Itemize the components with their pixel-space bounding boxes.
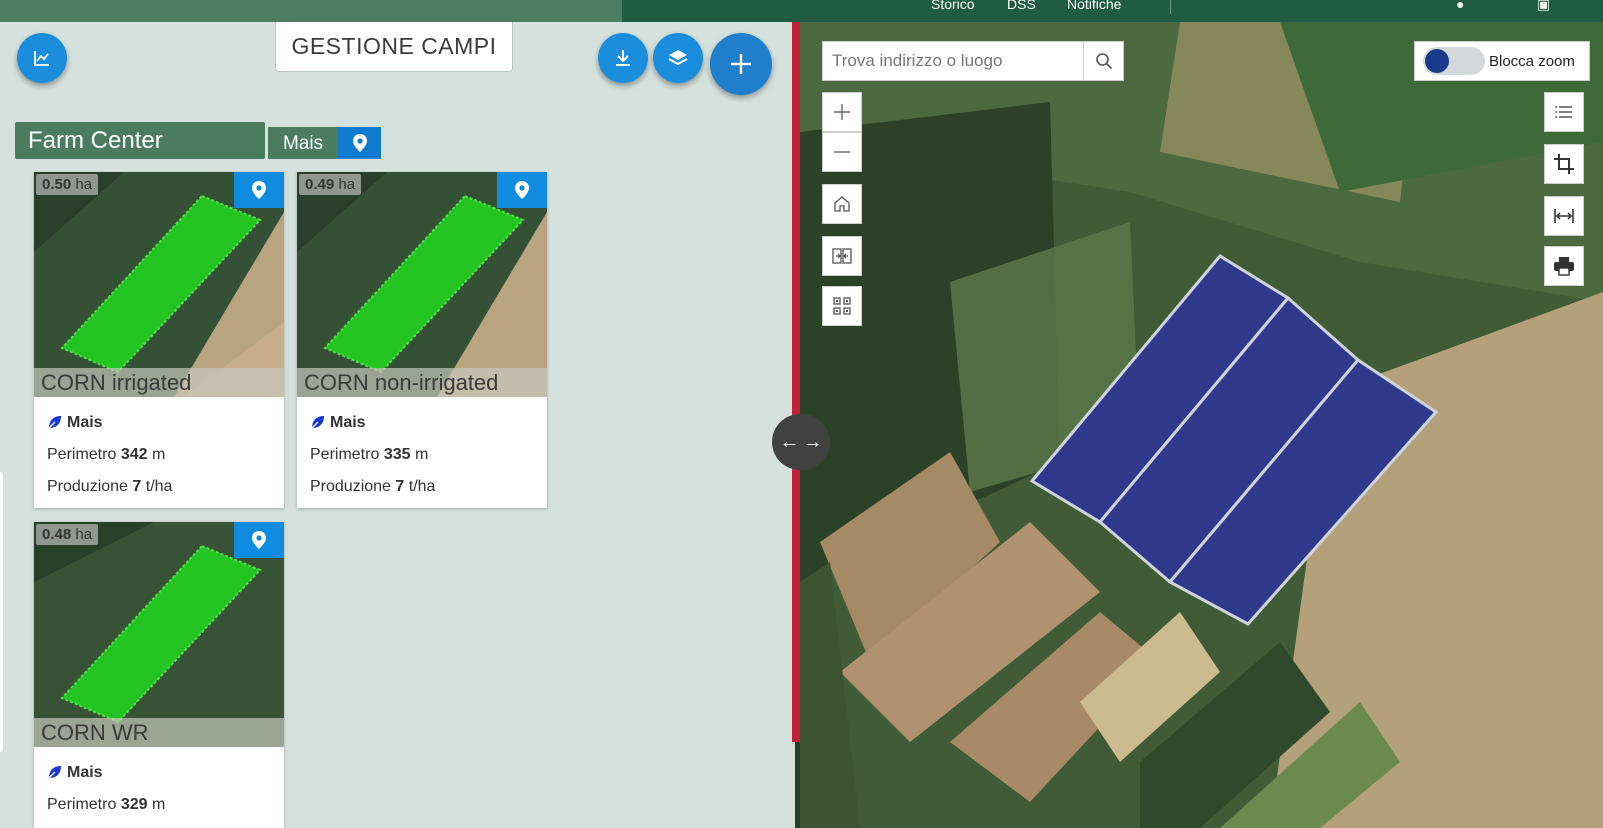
print-button[interactable] [1544,246,1584,286]
field-details: Mais Perimetro 335 m Produzione 7 t/ha [297,397,547,508]
field-perimeter: Perimetro 329 m [47,796,166,813]
layers-button[interactable] [653,33,703,83]
field-details: Mais Perimetro 329 m [34,747,284,826]
measure-icon [1554,209,1574,223]
leaf-icon [47,416,61,430]
field-card[interactable]: 0.49 ha CORN non-irrigated Mais Perimetr… [297,172,547,508]
nav-separator [1170,0,1171,14]
map-view[interactable]: Blocca zoom [800,22,1603,828]
locate-field-button[interactable] [234,522,284,558]
field-perimeter: Perimetro 335 m [310,446,429,463]
field-card[interactable]: 0.50 ha CORN irrigated Mais Perimetro 34… [34,172,284,508]
legend-button[interactable] [1544,92,1584,132]
field-card[interactable]: 0.48 ha CORN WR Mais Perimetro 329 m [34,522,284,828]
satellite-map [800,22,1603,828]
field-perimeter: Perimetro 342 m [47,446,166,463]
user-icon[interactable]: ● [1456,0,1464,12]
field-name: CORN non-irrigated [297,368,547,397]
nav-storico[interactable]: Storico [931,0,975,12]
lock-zoom-toggle[interactable]: Blocca zoom [1414,41,1590,81]
field-crop: Mais [47,409,271,436]
field-name: CORN WR [34,718,284,747]
qr-icon [833,297,851,315]
address-search [822,41,1124,81]
zoom-out-button[interactable] [822,132,862,172]
download-button[interactable] [598,33,648,83]
home-icon [834,196,850,212]
qr-button[interactable] [822,286,862,326]
zoom-in-icon [834,104,850,120]
download-icon [616,50,630,66]
field-area-badge: 0.48 ha [36,524,99,545]
print-icon [1554,257,1574,276]
leaf-icon [310,416,324,430]
field-name: CORN irrigated [34,368,284,397]
farm-name: Farm Center [15,122,265,159]
leaf-icon [47,766,61,780]
toggle-knob [1425,49,1449,73]
panel-splitter-handle[interactable]: ← → [772,414,830,470]
measure-button[interactable] [1544,196,1584,236]
add-field-button[interactable] [710,33,772,95]
arrow-right-icon: → [802,430,823,453]
search-button[interactable] [1083,42,1123,80]
zoom-in-button[interactable] [822,92,862,132]
field-area-badge: 0.50 ha [36,174,99,195]
search-input[interactable] [823,42,1083,80]
pin-icon [352,134,367,152]
toggle-switch[interactable] [1423,47,1485,75]
field-crop: Mais [310,409,534,436]
app-icon[interactable]: ▣ [1537,0,1550,13]
panel-divider[interactable] [792,22,800,742]
field-production: Produzione 7 t/ha [310,478,436,495]
field-thumbnail: 0.48 ha CORN WR [34,522,284,747]
list-icon [1555,106,1572,118]
lock-zoom-label: Blocca zoom [1489,52,1575,70]
locate-field-button[interactable] [497,172,547,208]
pin-icon [252,181,266,199]
locate-field-button[interactable] [234,172,284,208]
plus-icon [731,54,751,74]
side-drawer-handle[interactable] [0,472,3,752]
top-navbar-left [0,0,622,22]
home-button[interactable] [822,184,862,224]
fields-panel: GESTIONE CAMPI Farm Center Mais 0.50 ha [0,22,792,828]
field-area-badge: 0.49 ha [299,174,362,195]
field-thumbnail: 0.50 ha CORN irrigated [34,172,284,397]
crop-filter-locate-button[interactable] [338,127,381,159]
field-thumbnail: 0.49 ha CORN non-irrigated [297,172,547,397]
pin-icon [515,181,529,199]
arrow-left-icon: ← [779,430,800,453]
field-details: Mais Perimetro 342 m Produzione 7 t/ha [34,397,284,508]
chart-button[interactable] [17,33,67,83]
crop-filter-label[interactable]: Mais [268,127,338,159]
nav-dss[interactable]: DSS [1007,0,1036,12]
pin-icon [252,531,266,549]
chart-icon [34,51,49,66]
layers-icon [668,50,688,66]
swap-icon [832,248,852,264]
field-production: Produzione 7 t/ha [47,478,173,495]
nav-notifiche[interactable]: Notifiche [1067,0,1121,12]
crop-button[interactable] [1544,144,1584,184]
field-crop: Mais [47,759,271,786]
zoom-out-icon [834,151,850,153]
crop-icon [1554,154,1574,174]
top-navbar: Storico DSS Notifiche ● ▣ [0,0,1603,22]
search-icon [1095,53,1112,70]
swap-view-button[interactable] [822,236,862,276]
page-title: GESTIONE CAMPI [275,22,513,72]
